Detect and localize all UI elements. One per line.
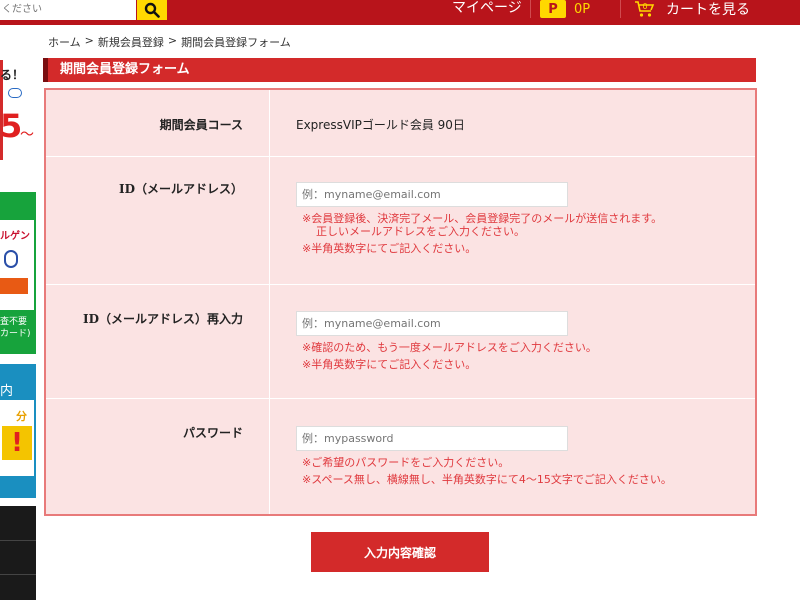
side-nav-dark: [0, 506, 36, 600]
search-icon: [144, 2, 160, 18]
points-value: 0P: [574, 1, 591, 17]
breadcrumb-separator: >: [84, 34, 94, 47]
password-label: パスワード: [182, 426, 243, 440]
breadcrumb-home[interactable]: ホーム: [48, 34, 81, 50]
banner-text: 査不要: [0, 317, 28, 327]
email-confirm-note: ※半角英数字にてご記入ください。: [302, 358, 477, 371]
banner-text: 分: [16, 410, 27, 423]
email-note: ※会員登録後、決済完了メール、会員登録完了のメールが送信されます。: [302, 212, 663, 225]
section-title: 期間会員登録フォーム: [60, 62, 190, 77]
password-note: ※ご希望のパスワードをご入力ください。: [302, 456, 510, 469]
banner-tag: [0, 278, 28, 294]
email-confirm-note: ※確認のため、もう一度メールアドレスをご入力ください。: [302, 341, 597, 354]
form-row-divider: [46, 284, 755, 285]
banner-big-number: 5: [0, 107, 23, 145]
points-icon: P: [540, 0, 566, 18]
search-input[interactable]: [0, 0, 136, 20]
header-divider: [620, 0, 621, 18]
confirm-button[interactable]: 入力内容確認: [311, 532, 489, 572]
section-header-marker: [43, 58, 48, 82]
breadcrumb: ホーム > 新規会員登録 > 期間会員登録フォーム: [48, 34, 291, 50]
banner-big-text: !: [2, 426, 32, 460]
course-label: 期間会員コース: [159, 118, 243, 132]
password-note: ※スペース無し、横線無し、半角英数字にて4～15文字でご記入ください。: [302, 473, 672, 486]
course-value: ExpressVIPゴールド会員 90日: [296, 118, 465, 132]
registration-form: 期間会員コース ExpressVIPゴールド会員 90日 ID（メールアドレス）…: [44, 88, 757, 516]
side-banner-campaign[interactable]: る！ 5 ～: [0, 60, 36, 160]
breadcrumb-separator: >: [167, 34, 178, 47]
cart-link[interactable]: 0 カートを見る: [634, 0, 750, 18]
password-field[interactable]: [296, 426, 568, 451]
cart-label: カートを見る: [666, 2, 750, 18]
banner-text: ルゲン: [0, 231, 30, 242]
email-note: ※半角英数字にてご記入ください。: [302, 242, 477, 255]
mypage-link[interactable]: マイページ: [452, 0, 522, 18]
section-header: 期間会員登録フォーム: [43, 58, 756, 82]
points-display[interactable]: P 0P: [540, 0, 590, 18]
logo-icon: [4, 250, 18, 268]
search-button[interactable]: [137, 0, 167, 20]
email-label: ID（メールアドレス）: [118, 182, 243, 196]
banner-text: る！: [0, 68, 25, 82]
logo-icon: [8, 88, 22, 98]
email-field[interactable]: [296, 182, 568, 207]
banner-suffix: ～: [20, 127, 34, 143]
side-banner-rakuten[interactable]: ルゲン 査不要 カード): [0, 192, 36, 354]
breadcrumb-current: 期間会員登録フォーム: [181, 36, 291, 49]
top-header: マイページ P 0P 0 カートを見る: [0, 0, 800, 25]
breadcrumb-new-registration[interactable]: 新規会員登録: [98, 34, 164, 50]
email-confirm-label: ID（メールアドレス）再入力: [82, 312, 243, 326]
email-note: 正しいメールアドレスをご入力ください。: [316, 225, 525, 238]
email-confirm-field[interactable]: [296, 311, 568, 336]
side-banner-promo[interactable]: 内 分 !: [0, 364, 36, 498]
cart-icon: 0: [635, 1, 655, 17]
header-divider: [530, 0, 531, 18]
form-column-divider: [269, 90, 270, 514]
svg-text:0: 0: [642, 2, 647, 11]
form-row-divider: [46, 398, 755, 399]
banner-text: 内: [0, 384, 14, 399]
banner-text: カード): [0, 329, 31, 339]
form-row-divider: [46, 156, 755, 157]
